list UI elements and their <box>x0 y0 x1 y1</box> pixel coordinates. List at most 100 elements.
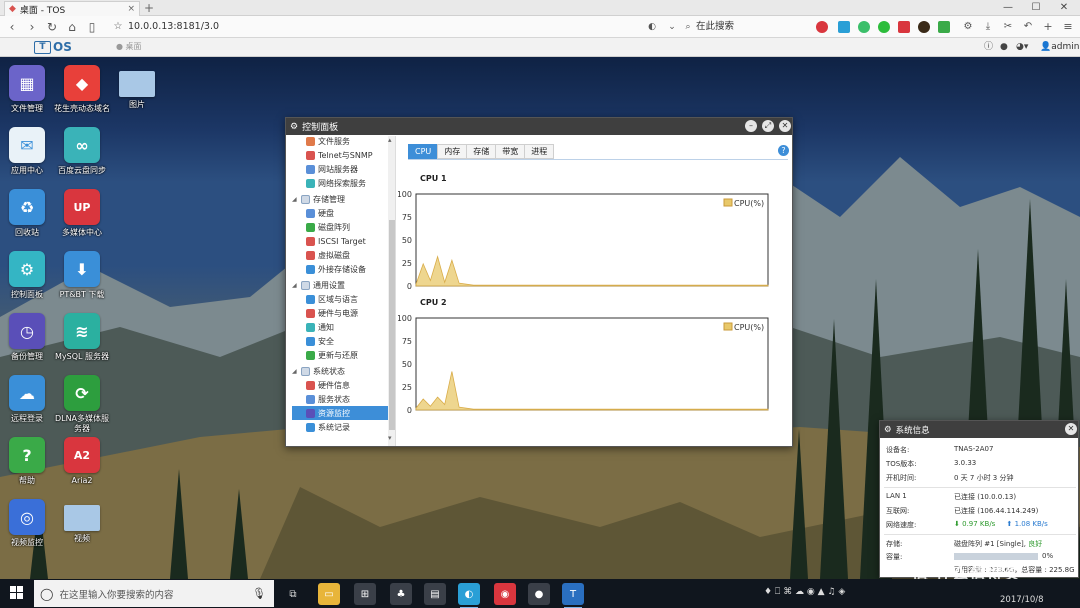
desktop-icon[interactable]: ≋ MySQL 服务器 <box>53 313 111 362</box>
download-icon[interactable]: ⤓ <box>980 19 996 35</box>
browser-taskbar-icon[interactable]: ◐ <box>458 583 480 608</box>
close-icon[interactable]: ✕ <box>1065 423 1077 435</box>
tray-icons[interactable]: ♦ ⎕ ⌘ ☁ ◉ ▲ ♫ ◈ <box>764 587 845 597</box>
sidebar-category[interactable]: ◢ 系统状态 <box>292 364 388 378</box>
info-icon[interactable]: ⓘ <box>984 40 993 54</box>
user-menu[interactable]: 👤admin <box>1040 40 1079 54</box>
sidebar-item[interactable]: 通知 <box>292 320 388 334</box>
maximize-window-icon[interactable]: ☐ <box>1024 0 1048 16</box>
search-input[interactable]: 在此搜索 <box>696 20 806 34</box>
cat-extension-icon[interactable] <box>858 21 870 33</box>
expand-caret-icon[interactable]: ◢ <box>292 368 298 375</box>
windows-start-icon[interactable] <box>10 586 24 600</box>
desktop-icon[interactable]: ? 帮助 <box>0 437 56 486</box>
desktop-icon[interactable]: ▦ 文件管理 <box>0 65 56 114</box>
store-icon[interactable]: ⊞ <box>354 583 376 605</box>
desktop-icon[interactable]: UP 多媒体中心 <box>53 189 111 238</box>
close-tab-icon[interactable]: × <box>127 4 135 14</box>
sidebar-item[interactable]: Telnet与SNMP <box>292 148 388 162</box>
sidebar-item[interactable]: 虚拟磁盘 <box>292 248 388 262</box>
reload-icon[interactable]: ↻ <box>44 19 60 35</box>
back-icon[interactable]: ‹ <box>4 19 20 35</box>
file-explorer-icon[interactable]: ▭ <box>318 583 340 605</box>
desktop-icon[interactable]: ⬇ PT&BT 下载 <box>53 251 111 300</box>
url-input[interactable]: 10.0.0.13:8181/3.0 <box>128 20 628 34</box>
desktop-button[interactable]: ● 桌面 <box>116 41 142 52</box>
sidebar-item[interactable]: 网站服务器 <box>292 162 388 176</box>
sidebar-item[interactable]: 硬盘 <box>292 206 388 220</box>
sidebar-category[interactable]: ◢ 通用设置 <box>292 278 388 292</box>
browser-tab[interactable]: ◆ 桌面 - TOS × <box>4 1 140 16</box>
control-panel-titlebar[interactable]: ⚙ 控制面板 – ⤢ ✕ <box>286 118 792 135</box>
monitor-app-icon[interactable]: ▤ <box>424 583 446 605</box>
desktop-icon[interactable]: ⟳ DLNA多媒体服务器 <box>53 375 111 434</box>
reading-view-icon[interactable]: ▯ <box>84 19 100 35</box>
sidebar-item[interactable]: 资源监控 <box>292 406 388 420</box>
taskbar-clock[interactable]: 2017/10/8 <box>1000 595 1044 605</box>
bell-icon[interactable]: ● <box>1000 40 1008 54</box>
cut-icon[interactable]: ✂ <box>1000 19 1016 35</box>
scroll-up-icon[interactable]: ▴ <box>388 136 392 144</box>
taskbar-search[interactable]: ◯ 在这里输入你要搜索的内容 🎙 <box>34 580 274 607</box>
desktop-icon[interactable]: ◆ 花生壳动态域名 <box>53 65 111 114</box>
sidebar-item[interactable]: 文件服务 <box>292 136 388 148</box>
sidebar-item[interactable]: 外接存储设备 <box>292 262 388 276</box>
sidebar-item[interactable]: 磁盘阵列 <box>292 220 388 234</box>
help-icon[interactable]: ? <box>778 145 789 156</box>
expand-caret-icon[interactable]: ◢ <box>292 282 298 289</box>
sidebar-scrollbar[interactable]: ▴ ▾ <box>388 136 395 446</box>
scroll-down-icon[interactable]: ▾ <box>388 434 392 442</box>
play-extension-icon[interactable] <box>838 21 850 33</box>
netease-music-icon[interactable]: ◉ <box>494 583 516 605</box>
home-icon[interactable]: ⌂ <box>64 19 80 35</box>
maximize-icon[interactable]: ⤢ <box>762 120 774 132</box>
sidebar-item[interactable]: 服务状态 <box>292 392 388 406</box>
sidebar-item[interactable]: 更新与还原 <box>292 348 388 362</box>
tos-taskbar-icon[interactable]: T <box>562 583 584 608</box>
tab-4[interactable]: 进程 <box>524 144 555 159</box>
sidebar-item[interactable]: ISCSI Target <box>292 234 388 248</box>
desktop-icon[interactable]: ⚙ 控制面板 <box>0 251 56 300</box>
desktop-icon[interactable]: A2 Aria2 <box>53 437 111 486</box>
desktop-icon[interactable]: ∞ 百度云盘同步 <box>53 127 111 176</box>
minimize-icon[interactable]: – <box>745 120 757 132</box>
app-icon[interactable]: ♣ <box>390 583 412 605</box>
tab-0[interactable]: CPU <box>408 144 439 159</box>
site-info-icon[interactable]: ◐ <box>644 19 660 35</box>
new-tab-icon[interactable]: + <box>144 1 154 15</box>
desktop-icon[interactable]: ◎ 视频监控 <box>0 499 56 548</box>
sidebar-item[interactable]: 安全 <box>292 334 388 348</box>
dark-extension-icon[interactable] <box>918 21 930 33</box>
adblock-icon[interactable] <box>816 21 828 33</box>
wechat-icon[interactable] <box>878 21 890 33</box>
menu-icon[interactable]: ≡ <box>1060 19 1076 35</box>
control-panel-window[interactable]: ⚙ 控制面板 – ⤢ ✕ 文件服务 Telnet与SNMP 网站服务器 网络探索服务 ◢… <box>285 117 793 447</box>
red-extension-icon[interactable] <box>898 21 910 33</box>
sidebar-item[interactable]: 硬件与电源 <box>292 306 388 320</box>
green-extension-icon[interactable] <box>938 21 950 33</box>
desktop-icon[interactable]: ☁ 远程登录 <box>0 375 56 424</box>
minimize-window-icon[interactable]: — <box>996 0 1020 16</box>
bookmark-icon[interactable]: ☆ <box>110 19 126 35</box>
globe-icon[interactable]: ◕▾ <box>1016 40 1028 54</box>
close-icon[interactable]: ✕ <box>779 120 791 132</box>
record-app-icon[interactable]: ● <box>528 583 550 605</box>
tab-1[interactable]: 内存 <box>437 144 468 159</box>
desktop-icon[interactable]: ◷ 备份管理 <box>0 313 56 362</box>
desktop-icon[interactable]: ✉ 应用中心 <box>0 127 56 176</box>
sidebar-item[interactable]: 硬件信息 <box>292 378 388 392</box>
desktop-icon[interactable]: 图片 <box>108 65 166 110</box>
desktop-icon[interactable]: 视频 <box>53 499 111 544</box>
close-window-icon[interactable]: ✕ <box>1052 0 1076 16</box>
microphone-icon[interactable]: 🎙 <box>252 587 266 600</box>
settings-icon[interactable]: ⚙ <box>960 19 976 35</box>
undo-icon[interactable]: ↶ <box>1020 19 1036 35</box>
sidebar-item[interactable]: 网络探索服务 <box>292 176 388 190</box>
forward-icon[interactable]: › <box>24 19 40 35</box>
sidebar-item[interactable]: 系统记录 <box>292 420 388 434</box>
scrollbar-thumb[interactable] <box>389 220 395 430</box>
task-view-icon[interactable]: ⧉ <box>282 583 304 605</box>
add-icon[interactable]: + <box>1040 19 1056 35</box>
tab-2[interactable]: 存储 <box>466 144 497 159</box>
sidebar-item[interactable]: 区域与语言 <box>292 292 388 306</box>
